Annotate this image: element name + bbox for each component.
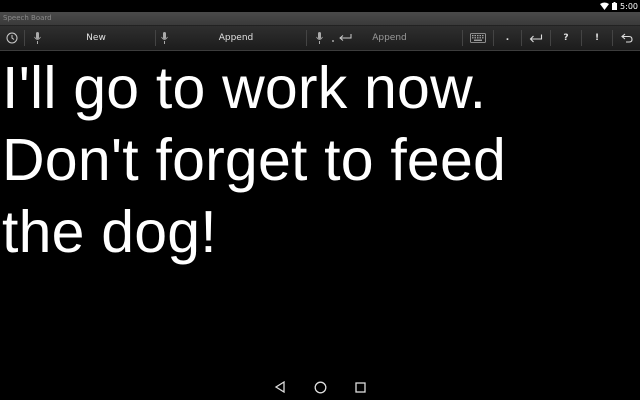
period-button[interactable]: . xyxy=(494,26,521,50)
home-button[interactable] xyxy=(309,378,331,396)
append-button[interactable]: Append xyxy=(156,26,306,50)
back-button[interactable] xyxy=(269,378,291,396)
recents-button[interactable] xyxy=(349,378,371,396)
exclamation-button[interactable]: ! xyxy=(582,26,612,50)
back-triangle-icon xyxy=(274,381,286,393)
clock: 5:00 xyxy=(620,1,638,11)
battery-icon xyxy=(612,2,618,10)
history-button[interactable] xyxy=(0,26,24,50)
keyboard-button[interactable] xyxy=(463,26,493,50)
question-mark-button[interactable]: ? xyxy=(551,26,581,50)
status-bar: 5:00 xyxy=(0,0,640,12)
recents-square-icon xyxy=(354,381,366,393)
append-newline-button[interactable]: Append xyxy=(307,26,462,50)
speech-text-display[interactable]: I'll go to work now. Don't forget to fee… xyxy=(2,52,638,268)
exclamation-label: ! xyxy=(594,33,600,43)
question-mark-label: ? xyxy=(563,33,569,43)
app-title: Speech Board xyxy=(3,14,52,22)
mic-icon xyxy=(316,32,323,44)
append-newline-button-label: Append xyxy=(372,33,407,43)
new-button-label: New xyxy=(86,33,106,43)
wifi-icon xyxy=(600,2,610,10)
new-button[interactable]: New xyxy=(25,26,155,50)
navigation-bar xyxy=(0,374,640,400)
clock-icon xyxy=(6,32,18,44)
undo-button[interactable] xyxy=(613,26,640,50)
newline-button[interactable] xyxy=(522,26,550,50)
enter-icon xyxy=(529,34,543,43)
period-button-label: . xyxy=(505,33,510,43)
toolbar: New Append Append . ? ! xyxy=(0,26,640,51)
append-button-label: Append xyxy=(218,33,254,43)
mic-icon xyxy=(34,32,41,44)
period-newline-icon xyxy=(331,33,355,43)
status-icons: 5:00 xyxy=(600,0,638,12)
mic-icon xyxy=(161,32,168,44)
undo-icon xyxy=(620,33,633,43)
home-circle-icon xyxy=(314,381,327,394)
keyboard-icon xyxy=(470,33,486,43)
app-title-bar: Speech Board xyxy=(0,12,640,26)
